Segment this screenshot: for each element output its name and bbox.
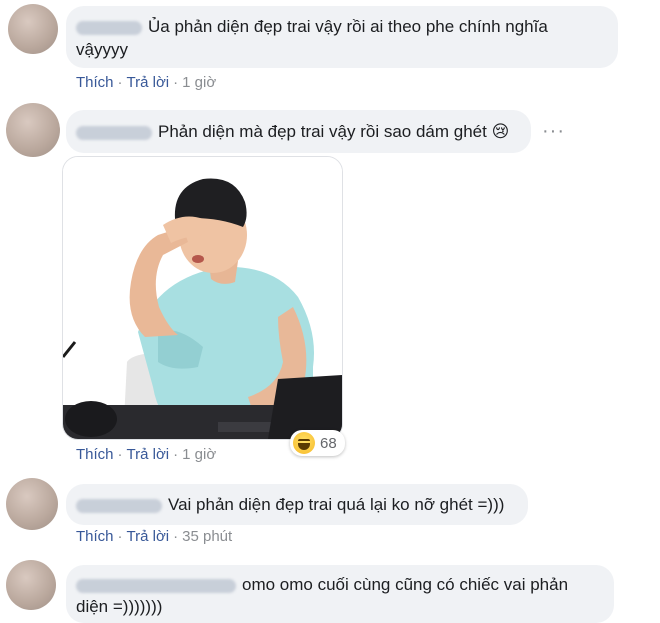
author-name-blurred[interactable] (76, 578, 236, 593)
more-options-icon[interactable]: ··· (542, 120, 565, 143)
like-link[interactable]: Thích (76, 74, 114, 91)
like-link[interactable]: Thích (76, 446, 114, 463)
comment-photo[interactable] (62, 156, 343, 440)
like-link[interactable]: Thích (76, 528, 114, 545)
haha-reaction-icon (293, 432, 315, 454)
avatar[interactable] (6, 560, 56, 610)
comment-text: Ủa phản diện đẹp trai vậy rồi ai theo ph… (148, 17, 548, 36)
comment-bubble: Ủa phản diện đẹp trai vậy rồi ai theo ph… (66, 6, 618, 68)
comment-actions: Thích · Trả lời · 35 phút (76, 528, 233, 545)
comment-text: vậyyyy (76, 40, 128, 59)
crying-emoji-icon: 😢 (491, 122, 510, 142)
author-name-blurred[interactable] (76, 125, 152, 140)
timestamp[interactable]: 1 giờ (182, 446, 216, 463)
comment-bubble: Phản diện mà đẹp trai vậy rồi sao dám gh… (66, 110, 531, 153)
reply-link[interactable]: Trả lời (127, 446, 170, 463)
comment-text: Phản diện mà đẹp trai vậy rồi sao dám gh… (158, 122, 487, 141)
comment-text: diện =))))))) (76, 597, 163, 616)
comment-actions: Thích · Trả lời · 1 giờ (76, 446, 217, 463)
reply-link[interactable]: Trả lời (127, 74, 170, 91)
man-in-beanie-image (63, 157, 342, 439)
comment-bubble: omo omo cuối cùng cũng có chiếc vai phản… (66, 565, 614, 623)
author-name-blurred[interactable] (76, 498, 162, 513)
author-name-blurred[interactable] (76, 20, 142, 35)
comment-text: omo omo cuối cùng cũng có chiếc vai phản (242, 575, 569, 594)
avatar[interactable] (8, 4, 58, 54)
comment-bubble: Vai phản diện đẹp trai quá lại ko nỡ ghé… (66, 484, 528, 525)
reaction-number: 68 (320, 434, 337, 452)
comment-text: Vai phản diện đẹp trai quá lại ko nỡ ghé… (168, 495, 505, 514)
avatar[interactable] (6, 103, 60, 157)
timestamp[interactable]: 35 phút (182, 528, 232, 545)
timestamp[interactable]: 1 giờ (182, 74, 216, 91)
reaction-count[interactable]: 68 (290, 430, 345, 456)
reply-link[interactable]: Trả lời (127, 528, 170, 545)
comment-actions: Thích · Trả lời · 1 giờ (76, 74, 217, 91)
avatar[interactable] (6, 478, 58, 530)
